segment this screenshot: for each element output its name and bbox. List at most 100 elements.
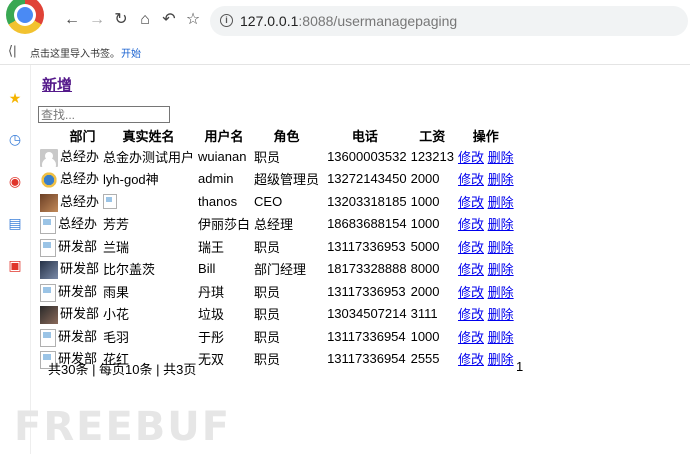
bookmark-bar: ⟨| 点击这里导入书签。 开始 [0, 40, 690, 65]
edit-link[interactable]: 修改 [458, 172, 484, 187]
undo-icon[interactable]: ↶ [159, 10, 179, 30]
dept-cell: 研发部 [38, 303, 101, 326]
delete-link[interactable]: 删除 [488, 195, 514, 210]
salary-cell: 1000 [410, 328, 440, 344]
edit-link[interactable]: 修改 [458, 217, 484, 232]
watermark: FREEBUF [14, 404, 232, 450]
search-input[interactable] [38, 106, 170, 123]
salary-cell: 2555 [410, 351, 440, 367]
table-row: 研发部 比尔盖茨 Bill 部门经理 18173328888 8000 修改 删除 [38, 258, 516, 281]
delete-link[interactable]: 删除 [488, 150, 514, 165]
avatar [40, 193, 58, 212]
delete-link[interactable]: 删除 [488, 285, 514, 300]
salary-cell: 123213 [410, 148, 454, 164]
back-icon[interactable]: ← [62, 10, 82, 30]
tabs-icon[interactable]: ▤ [7, 215, 23, 231]
phone-cell: 13117336953 [327, 283, 406, 299]
salary-cell: 3111 [410, 306, 438, 322]
table-row: 总经办 芳芳 伊丽莎白 总经理 18683688154 1000 修改 删除 [38, 213, 516, 236]
avatar [40, 216, 56, 235]
username-cell: 丹琪 [198, 284, 225, 300]
table-row: 总经办 总金办测试用户 wuianan 职员 13600003532 123213 修改 删… [38, 145, 516, 168]
star-icon[interactable]: ☆ [183, 10, 203, 30]
forward-icon[interactable]: → [87, 10, 107, 30]
add-user-link[interactable]: 新增 [42, 74, 72, 95]
delete-link[interactable]: 删除 [488, 262, 514, 277]
edit-link[interactable]: 修改 [458, 330, 484, 345]
avatar [40, 238, 56, 257]
delete-link[interactable]: 删除 [488, 217, 514, 232]
edit-link[interactable]: 修改 [458, 262, 484, 277]
dept-cell: 总经办 [38, 213, 101, 236]
username-cell: 垃圾 [198, 307, 225, 323]
actions-cell: 修改 删除 [456, 258, 516, 281]
edit-link[interactable]: 修改 [458, 240, 484, 255]
dept-cell: 研发部 [38, 325, 101, 348]
edit-link[interactable]: 修改 [458, 195, 484, 210]
role-cell: 总经理 [254, 217, 294, 233]
phone-cell: 18683688154 [327, 216, 407, 232]
page-number-link[interactable]: 1 [516, 359, 523, 374]
name-cell: lyh-god神 [103, 172, 159, 188]
weibo-icon[interactable]: ◉ [7, 173, 23, 189]
phone-cell: 13272143450 [327, 171, 407, 187]
browser-toolbar: ← → ↻ ⌂ ↶ ☆ i 127.0.0.1:8088/usermanagep… [0, 0, 690, 40]
actions-cell: 修改 删除 [456, 168, 516, 191]
delete-link[interactable]: 删除 [488, 240, 514, 255]
avatar [40, 328, 56, 347]
column-header: 真实姓名 [122, 128, 175, 144]
table-row: 研发部 雨果 丹琪 职员 13117336953 2000 修改 删除 [38, 280, 516, 303]
bookmark-start-link[interactable]: 开始 [121, 45, 141, 60]
role-cell: 职员 [254, 307, 281, 323]
name-cell: 比尔盖茨 [103, 262, 156, 278]
avatar [40, 261, 58, 280]
history-icon[interactable]: ◷ [7, 131, 23, 147]
avatar [40, 283, 56, 302]
table-row: 研发部 小花 垃圾 职员 13034507214 3111 修改 删除 [38, 303, 516, 326]
role-cell: 超级管理员 [254, 172, 320, 188]
role-cell: CEO [254, 193, 283, 209]
address-bar[interactable]: i 127.0.0.1:8088/usermanagepaging [210, 6, 688, 36]
delete-link[interactable]: 删除 [488, 352, 514, 367]
avatar [40, 148, 58, 167]
browser-sidebar: ★ ◷ ◉ ▤ ▣ [0, 65, 31, 454]
actions-cell: 修改 删除 [456, 280, 516, 303]
username-cell: 于彤 [198, 329, 225, 345]
phone-cell: 13600003532 [327, 148, 407, 164]
actions-cell: 修改 删除 [456, 235, 516, 258]
edit-link[interactable]: 修改 [458, 285, 484, 300]
name-cell [101, 190, 196, 213]
role-cell: 职员 [254, 149, 281, 165]
actions-cell: 修改 删除 [456, 190, 516, 213]
delete-link[interactable]: 删除 [488, 307, 514, 322]
phone-cell: 13117336954 [327, 328, 406, 344]
column-header: 工资 [419, 128, 446, 144]
info-icon[interactable]: i [220, 14, 233, 27]
table-row: 总经办 thanos CEO 13203318185 1000 修改 删除 [38, 190, 516, 213]
username-cell: 瑞王 [198, 239, 225, 255]
favorites-star-icon[interactable]: ★ [7, 90, 23, 106]
delete-link[interactable]: 删除 [488, 172, 514, 187]
phone-cell: 13203318185 [327, 193, 407, 209]
column-header: 部门 [69, 128, 96, 144]
salary-cell: 2000 [410, 171, 440, 187]
sidebar-toggle-icon[interactable]: ⟨| [8, 43, 16, 59]
edit-link[interactable]: 修改 [458, 150, 484, 165]
url-text[interactable]: 127.0.0.1:8088/usermanagepaging [240, 13, 457, 29]
dept-cell: 总经办 [38, 168, 101, 191]
name-cell: 小花 [103, 307, 130, 323]
pdf-icon[interactable]: ▣ [7, 257, 23, 273]
name-cell: 雨果 [103, 284, 130, 300]
edit-link[interactable]: 修改 [458, 307, 484, 322]
phone-cell: 13117336954 [327, 351, 406, 367]
edit-link[interactable]: 修改 [458, 352, 484, 367]
actions-cell: 修改 删除 [456, 213, 516, 236]
actions-cell: 修改 删除 [456, 145, 516, 168]
user-table: 部门 真实姓名 用户名 角色 电话 工资 操作 总经办 总金办测试用户 wuiana… [38, 125, 516, 370]
reload-icon[interactable]: ↻ [111, 10, 131, 30]
broken-image-icon [103, 194, 118, 210]
dept-cell: 总经办 [38, 190, 101, 213]
username-cell: admin [198, 171, 234, 187]
delete-link[interactable]: 删除 [488, 330, 514, 345]
home-icon[interactable]: ⌂ [135, 10, 155, 30]
